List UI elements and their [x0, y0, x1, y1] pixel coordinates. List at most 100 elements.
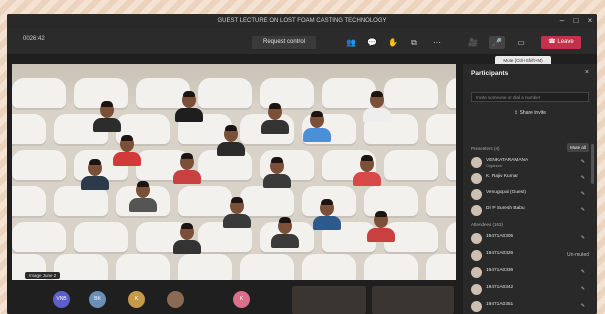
attendee-row[interactable]: 19471A0351 ✎ — [471, 300, 593, 314]
seat — [12, 114, 46, 144]
share-invite-label: Share invite — [519, 110, 546, 116]
request-control-button[interactable]: Request control — [252, 36, 316, 49]
window-title: GUEST LECTURE ON LOST FOAM CASTING TECHN… — [217, 18, 387, 24]
participant-avatar[interactable]: BK — [89, 291, 106, 308]
participant-avatar[interactable]: K — [233, 291, 250, 308]
attendee-row[interactable]: 19471A0305 ✎ — [471, 232, 593, 246]
video-thumbnail[interactable] — [292, 286, 366, 314]
share-icon[interactable]: ⧉ — [406, 36, 422, 49]
bottom-participant-strip: VNB BK K K — [7, 284, 457, 314]
more-options-icon[interactable]: ⋯ — [429, 36, 445, 49]
seat — [12, 150, 66, 180]
avatar — [471, 267, 482, 278]
seat — [54, 254, 108, 280]
mic-muted-icon: ✎ — [580, 269, 585, 275]
avatar — [471, 284, 482, 295]
leave-label: Leave — [557, 39, 574, 45]
presenter-role: Organizer — [486, 164, 503, 168]
presenter-name: K. Rajiv Kumar — [486, 174, 518, 179]
camera-icon[interactable]: 🎥 — [465, 36, 481, 49]
seat — [116, 254, 170, 280]
seat — [302, 254, 356, 280]
mic-muted-icon: ✎ — [580, 191, 585, 197]
video-thumbnail[interactable] — [372, 286, 454, 314]
attendee-row[interactable]: 19471A0336 ✎ — [471, 266, 593, 280]
raise-hand-icon[interactable]: ✋ — [385, 36, 401, 49]
status-text: Un-muted — [567, 252, 589, 258]
attendee-video — [172, 223, 202, 254]
close-panel-icon[interactable]: × — [585, 69, 589, 76]
attendee-video — [352, 155, 382, 186]
share-invite-button[interactable]: ⇪ Share invite — [493, 108, 567, 118]
chat-icon[interactable]: 💬 — [364, 36, 380, 49]
presenter-row[interactable]: Venugopal (Guest) ✎ — [471, 188, 593, 202]
attendee-video — [172, 153, 202, 184]
attendee-video — [216, 125, 246, 156]
seat — [240, 254, 294, 280]
window-titlebar: GUEST LECTURE ON LOST FOAM CASTING TECHN… — [7, 14, 597, 28]
attendee-video — [362, 91, 392, 122]
attendee-video — [222, 197, 252, 228]
mute-all-button[interactable]: Mute all — [567, 143, 589, 152]
attendee-name: 19471A0336 — [486, 268, 514, 273]
seat — [426, 186, 456, 216]
participant-avatar[interactable]: K — [128, 291, 145, 308]
presenters-header[interactable]: Presenters (4) — [471, 146, 500, 151]
mic-muted-icon: ✎ — [580, 235, 585, 241]
mic-muted-icon: ✎ — [580, 286, 585, 292]
attendee-video — [174, 91, 204, 122]
attendee-row[interactable]: 19471A0342 ✎ — [471, 283, 593, 297]
attendee-name: 19471A0305 — [486, 234, 514, 239]
attendee-video — [302, 111, 332, 142]
presenter-row[interactable]: Dr P Suresh Babu ✎ — [471, 204, 593, 218]
invite-search-input[interactable]: Invite someone or dial a number — [471, 92, 589, 102]
attendee-name: 19471A0342 — [486, 285, 514, 290]
close-icon[interactable]: × — [583, 14, 597, 28]
mic-muted-icon: ✎ — [580, 175, 585, 181]
participant-avatar[interactable]: VNB — [53, 291, 70, 308]
seat — [12, 78, 66, 108]
stage-label: Image June 2 — [25, 272, 61, 279]
participant-photo-avatar[interactable] — [167, 291, 184, 308]
attendee-row[interactable]: 19471A0326 Un-muted — [471, 249, 593, 263]
seat — [198, 78, 252, 108]
seat — [178, 254, 232, 280]
leave-button[interactable]: ☎ Leave — [541, 36, 581, 49]
attendee-video — [260, 103, 290, 134]
participants-icon[interactable]: 👥 — [343, 36, 359, 49]
presenter-name: VENKATARAMANA — [486, 158, 529, 163]
seat — [12, 222, 66, 252]
seat — [384, 150, 438, 180]
meeting-timer: 0026:42 — [23, 36, 45, 42]
panel-scrollbar[interactable] — [591, 144, 594, 184]
microphone-icon[interactable]: 🎤 — [489, 36, 505, 49]
presenter-row[interactable]: VENKATARAMANA Organizer ✎ — [471, 156, 593, 170]
avatar — [471, 189, 482, 200]
attendee-video — [366, 211, 396, 242]
attendee-video — [262, 157, 292, 188]
mute-tooltip-text: Mute (Ctrl+Shift+M) — [503, 58, 543, 63]
avatar — [471, 205, 482, 216]
avatar — [471, 157, 482, 168]
attendee-name: 19471A0326 — [486, 251, 514, 256]
mic-muted-icon: ✎ — [580, 303, 585, 309]
attendee-video — [92, 101, 122, 132]
minimize-icon[interactable]: – — [555, 14, 569, 28]
participants-panel: Participants × Invite someone or dial a … — [463, 64, 597, 314]
share-screen-icon[interactable]: ▭ — [513, 36, 529, 49]
attendees-header[interactable]: Attendees (163) — [471, 222, 503, 227]
attendee-video — [80, 159, 110, 190]
seat — [446, 78, 456, 108]
presenter-name: Dr P Suresh Babu — [486, 206, 525, 211]
maximize-icon[interactable]: □ — [569, 14, 583, 28]
avatar — [471, 173, 482, 184]
avatar — [471, 250, 482, 261]
presenter-row[interactable]: K. Rajiv Kumar ✎ — [471, 172, 593, 186]
mic-muted-icon: ✎ — [580, 159, 585, 165]
participants-title: Participants — [471, 70, 509, 77]
avatar — [471, 301, 482, 312]
attendee-video — [128, 181, 158, 212]
seat — [426, 114, 456, 144]
seat — [54, 186, 108, 216]
presenter-name: Venugopal (Guest) — [486, 190, 527, 195]
